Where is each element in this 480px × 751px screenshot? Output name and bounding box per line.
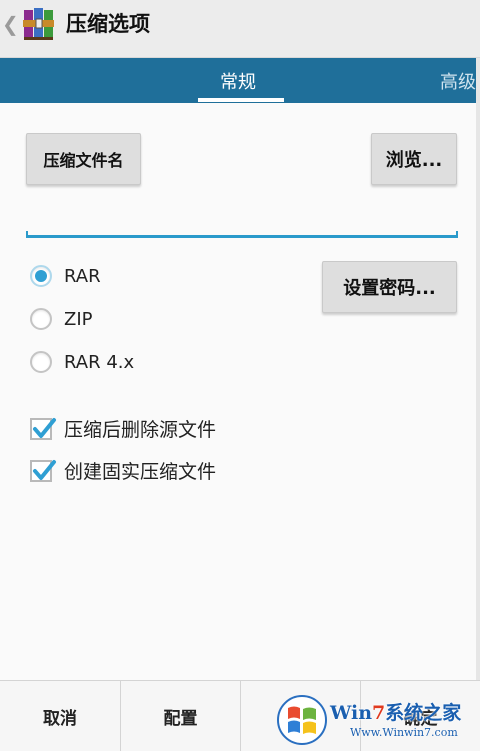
radio-rar4[interactable]: RAR 4.x bbox=[30, 351, 134, 373]
checkbox-solid-archive[interactable]: 创建固实压缩文件 bbox=[30, 457, 216, 484]
archive-name-button[interactable]: 压缩文件名 bbox=[26, 133, 141, 185]
chevron-left-icon[interactable]: ❮ bbox=[2, 14, 19, 34]
help-button[interactable]: 帮助 bbox=[240, 681, 360, 751]
checkbox-checked[interactable] bbox=[30, 459, 56, 482]
radio-button[interactable] bbox=[30, 351, 52, 373]
archive-name-input[interactable] bbox=[26, 200, 458, 240]
checkbox-delete-source[interactable]: 压缩后删除源文件 bbox=[30, 415, 216, 442]
radio-button-checked[interactable] bbox=[30, 265, 52, 287]
checkmark-icon bbox=[33, 417, 56, 438]
radio-label-rar4: RAR 4.x bbox=[64, 351, 135, 373]
checkbox-label-delete-source: 压缩后删除源文件 bbox=[64, 419, 217, 441]
browse-button[interactable]: 浏览... bbox=[371, 133, 457, 185]
tab-general[interactable]: 常规 bbox=[220, 68, 256, 94]
radio-label-zip: ZIP bbox=[64, 308, 93, 330]
checkbox-checked[interactable] bbox=[30, 417, 56, 440]
config-button[interactable]: 配置 bbox=[120, 681, 240, 751]
tab-bar: 常规 高级 bbox=[0, 58, 480, 103]
action-bar: ❮ 压缩选项 bbox=[0, 0, 480, 58]
radio-zip[interactable]: ZIP bbox=[30, 308, 93, 330]
ok-button[interactable]: 确定 bbox=[360, 681, 480, 751]
cancel-button[interactable]: 取消 bbox=[0, 681, 120, 751]
checkbox-label-solid-archive: 创建固实压缩文件 bbox=[64, 461, 217, 483]
tab-advanced[interactable]: 高级 bbox=[440, 68, 476, 94]
radio-label-rar: RAR bbox=[64, 265, 101, 287]
radio-rar[interactable]: RAR bbox=[30, 265, 101, 287]
page-title: 压缩选项 bbox=[66, 12, 150, 36]
bottom-button-bar: 取消 配置 帮助 确定 bbox=[0, 680, 480, 751]
tab-indicator bbox=[198, 98, 284, 102]
archive-name-underline bbox=[26, 231, 458, 238]
scroll-edge bbox=[476, 58, 480, 680]
radio-button[interactable] bbox=[30, 308, 52, 330]
rar-books-icon[interactable] bbox=[22, 6, 56, 42]
set-password-button[interactable]: 设置密码... bbox=[322, 261, 457, 313]
checkmark-icon bbox=[33, 459, 56, 480]
